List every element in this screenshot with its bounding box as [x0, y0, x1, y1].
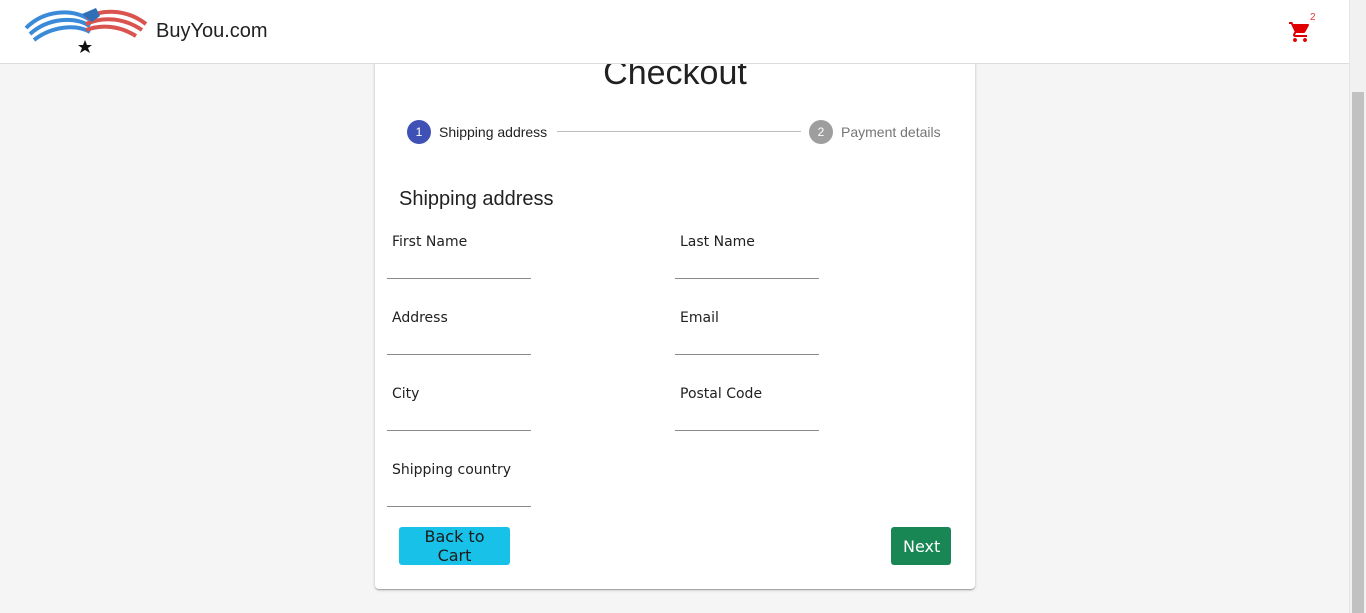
- city-input[interactable]: [387, 408, 531, 430]
- first-name-underline: [387, 278, 531, 279]
- cart-count-badge: 2: [1310, 12, 1316, 23]
- address-label: Address: [392, 310, 448, 326]
- first-name-field: First Name: [387, 232, 531, 280]
- address-field: Address: [387, 308, 531, 356]
- city-field: City: [387, 384, 531, 432]
- step-2-number: 2: [809, 120, 833, 144]
- email-label: Email: [680, 310, 719, 326]
- email-field: Email: [675, 308, 819, 356]
- app-header: BuyYou.com 2: [0, 0, 1349, 64]
- shipping-country-label: Shipping country: [392, 462, 512, 478]
- last-name-field: Last Name: [675, 232, 819, 280]
- shipping-country-input[interactable]: [387, 484, 531, 506]
- last-name-label: Last Name: [680, 234, 755, 250]
- first-name-label: First Name: [392, 234, 468, 250]
- email-input[interactable]: [675, 332, 819, 354]
- first-name-input[interactable]: [387, 256, 531, 278]
- next-button[interactable]: Next: [891, 527, 951, 565]
- step-1-number: 1: [407, 120, 431, 144]
- shipping-country-underline: [387, 506, 531, 507]
- scrollbar-thumb[interactable]: [1352, 92, 1364, 613]
- back-to-cart-button[interactable]: Back to Cart: [399, 527, 510, 565]
- shopping-cart-icon: [1289, 22, 1310, 42]
- city-underline: [387, 430, 531, 431]
- postal-code-input[interactable]: [675, 408, 819, 430]
- address-input[interactable]: [387, 332, 531, 354]
- step-1-label: Shipping address: [439, 124, 548, 140]
- section-title: Shipping address: [399, 188, 554, 210]
- step-2-label: Payment details: [841, 124, 941, 140]
- shipping-country-field: Shipping country: [387, 460, 531, 508]
- checkout-stepper: 1 Shipping address 2 Payment details: [375, 120, 975, 144]
- step-connector: [557, 131, 801, 132]
- eagle-flag-logo[interactable]: [24, 6, 148, 56]
- email-underline: [675, 354, 819, 355]
- postal-code-field: Postal Code: [675, 384, 819, 432]
- last-name-underline: [675, 278, 819, 279]
- checkout-card: Checkout 1 Shipping address 2 Payment de…: [375, 20, 975, 589]
- postal-code-underline: [675, 430, 819, 431]
- city-label: City: [392, 386, 420, 402]
- brand-name[interactable]: BuyYou.com: [156, 20, 268, 43]
- postal-code-label: Postal Code: [680, 386, 763, 402]
- last-name-input[interactable]: [675, 256, 819, 278]
- address-underline: [387, 354, 531, 355]
- cart-button[interactable]: 2: [1284, 12, 1320, 50]
- page-scrollbar[interactable]: [1349, 0, 1366, 613]
